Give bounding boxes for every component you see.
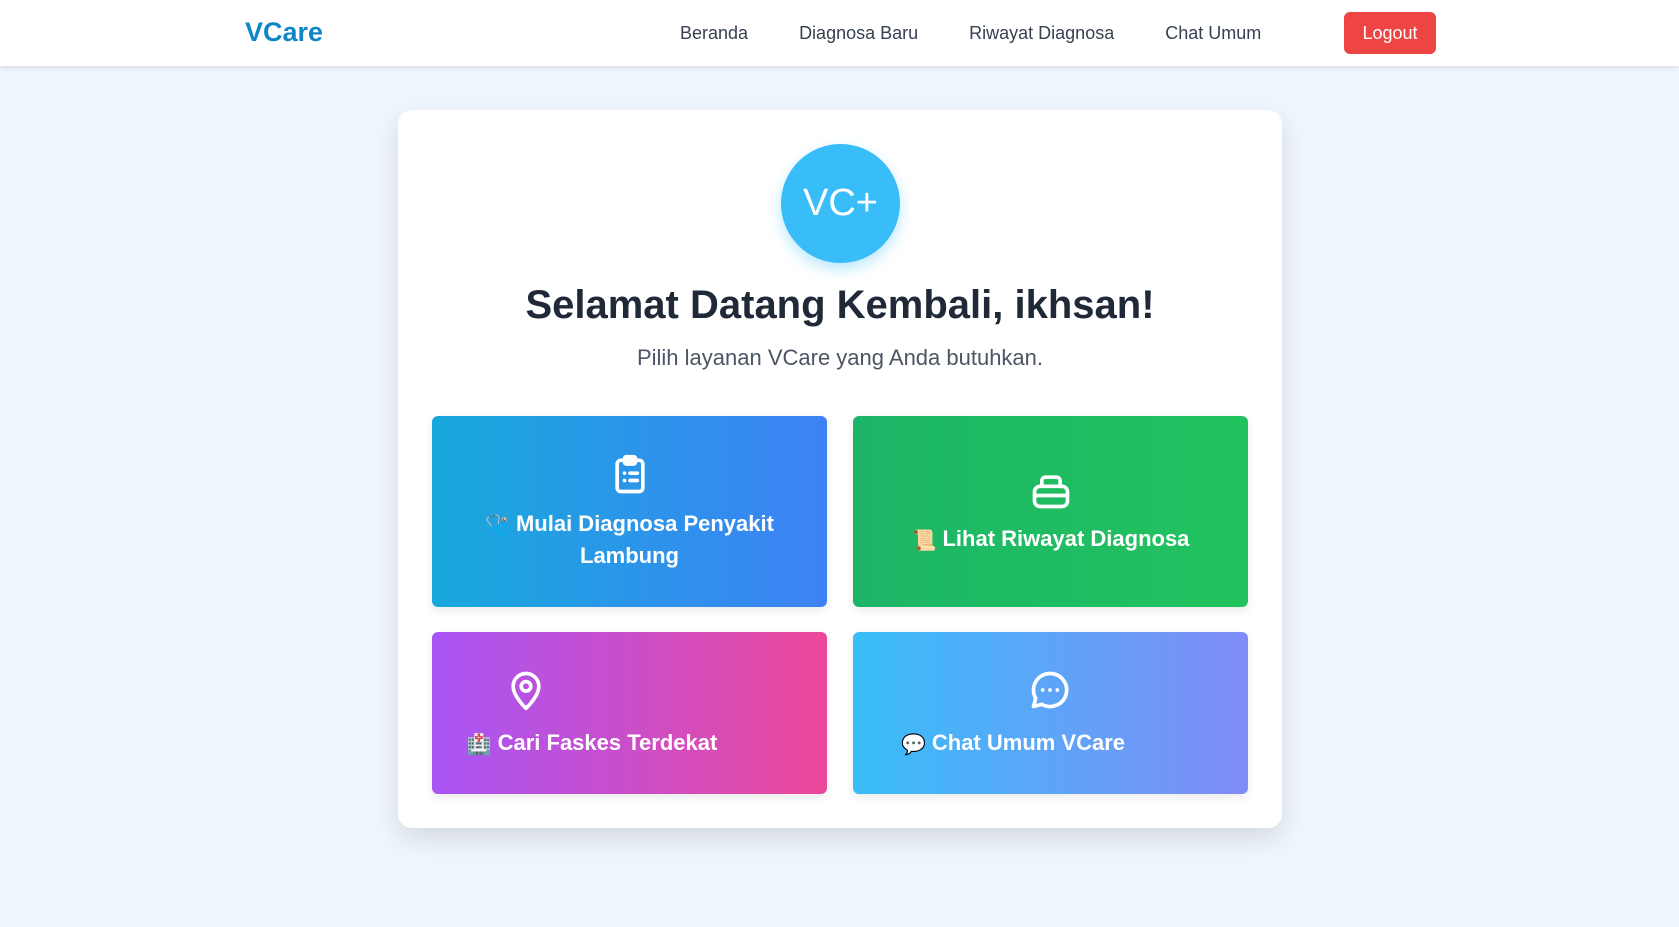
vcare-logo-badge: VC+	[781, 144, 900, 263]
stethoscope-icon: 🩺	[485, 514, 510, 537]
diagnosis-history-label: 📜 Lihat Riwayat Diagnosa	[912, 524, 1190, 556]
nav-links: Beranda Diagnosa Baru Riwayat Diagnosa C…	[680, 0, 1312, 66]
welcome-card: VC+ Selamat Datang Kembali, ikhsan! Pili…	[398, 110, 1282, 828]
top-navbar: VCare Beranda Diagnosa Baru Riwayat Diag…	[0, 0, 1679, 66]
scroll-icon: 📜	[911, 529, 937, 552]
chat-bubble-icon	[1028, 668, 1072, 712]
nav-link-beranda[interactable]: Beranda	[680, 23, 748, 44]
hospital-icon: 🏥	[466, 734, 492, 756]
general-chat-text: Chat Umum VCare	[931, 730, 1126, 755]
brand-logo[interactable]: VCare	[245, 17, 323, 48]
general-chat-tile[interactable]: 💬 Chat Umum VCare	[853, 632, 1248, 794]
clipboard-list-icon	[608, 453, 652, 497]
diagnosis-history-text: Lihat Riwayat Diagnosa	[942, 525, 1190, 551]
map-pin-icon	[504, 668, 548, 712]
archive-box-icon	[1029, 468, 1073, 512]
general-chat-label: 💬 Chat Umum VCare	[853, 728, 1173, 760]
speech-balloon-icon: 💬	[900, 734, 926, 756]
start-diagnosis-label: 🩺 Mulai Diagnosa Penyakit Lambung	[470, 509, 790, 571]
start-diagnosis-tile[interactable]: 🩺 Mulai Diagnosa Penyakit Lambung	[432, 416, 827, 607]
welcome-subtitle: Pilih layanan VCare yang Anda butuhkan.	[636, 345, 1044, 370]
find-facility-tile[interactable]: 🏥 Cari Faskes Terdekat	[432, 632, 827, 794]
logout-button[interactable]: Logout	[1344, 12, 1436, 54]
nav-link-chat-umum[interactable]: Chat Umum	[1165, 23, 1261, 44]
nav-link-diagnosa-baru[interactable]: Diagnosa Baru	[799, 23, 918, 44]
start-diagnosis-text: Mulai Diagnosa Penyakit Lambung	[515, 510, 774, 568]
diagnosis-history-tile[interactable]: 📜 Lihat Riwayat Diagnosa	[853, 416, 1248, 607]
find-facility-label: 🏥 Cari Faskes Terdekat	[432, 728, 752, 760]
nav-link-riwayat-diagnosa[interactable]: Riwayat Diagnosa	[969, 23, 1114, 44]
find-facility-text: Cari Faskes Terdekat	[497, 730, 718, 755]
welcome-title: Selamat Datang Kembali, ikhsan!	[525, 283, 1155, 327]
